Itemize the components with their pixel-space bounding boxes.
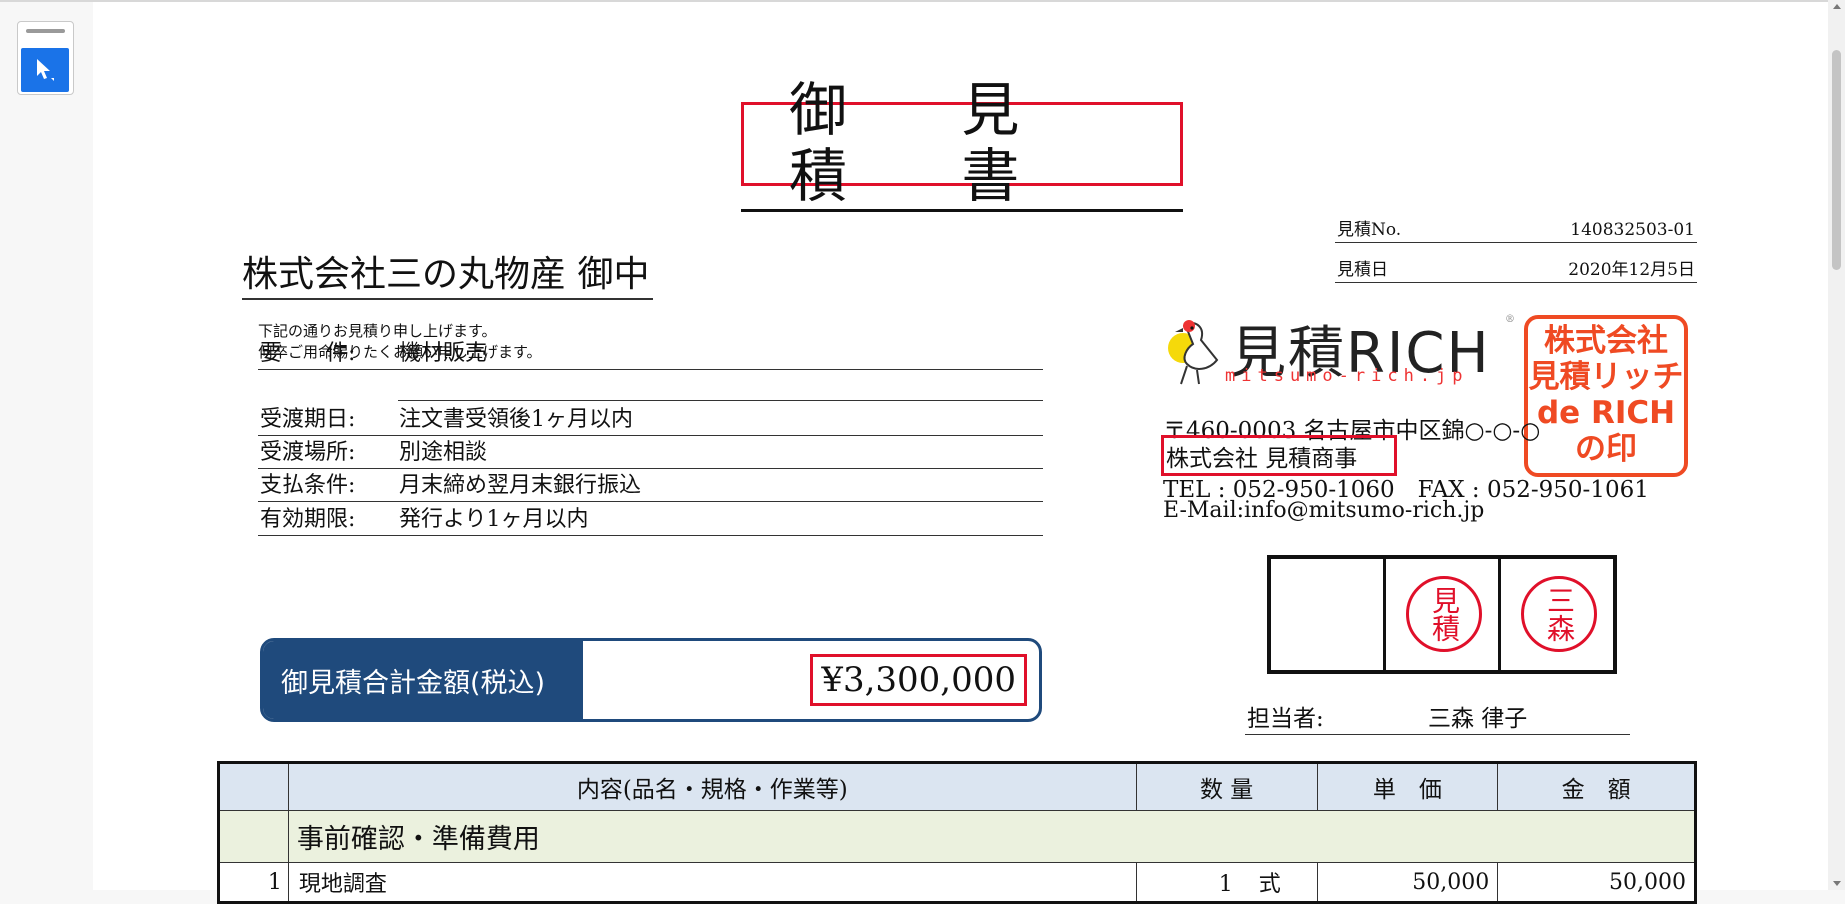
seal-line: 見積リッチ [1528,359,1684,395]
staff-label: 担当者: [1247,706,1324,732]
pointer-select-icon [37,59,54,81]
table-row: 1 現地調査 1 式 50,000 50,000 [218,862,1696,903]
logo-registered-mark: ® [1505,314,1515,325]
field-validity: 有効期限: 発行より1ヶ月以内 [258,504,1043,536]
bird-logo-icon [1168,320,1219,385]
total-amount-value: ¥3,300,000 [810,654,1027,706]
header-no [218,762,289,811]
field-label: 支払条件: [260,473,356,498]
tool-palette [17,21,74,95]
select-tool-button[interactable] [21,48,69,92]
logo-subtext: mitsumo-rich.jp [1225,366,1469,386]
seal-line: の印 [1575,431,1637,467]
table-header-row: 内容(品名・規格・作業等) 数 量 単 価 金 額 [218,762,1696,811]
row-item: 現地調査 [287,862,1137,903]
field-label: 有効期限: [260,507,356,532]
approval-stamp-grid: 見積 三森 [1267,555,1617,674]
items-table: 内容(品名・規格・作業等) 数 量 単 価 金 額 事前確認・準備費用 1 現地… [217,761,1697,904]
company-seal: 株式会社 見積リッチ de RICH の印 [1524,315,1688,477]
issuer-email: E-Mail:info@mitsumo-rich.jp [1163,498,1485,523]
header-quantity: 数 量 [1135,762,1318,811]
field-value: 別途相談 [399,440,488,465]
field-delivery-place: 受渡場所: 別途相談 [258,437,1043,469]
staff-name: 三森 律子 [1428,706,1528,732]
estimate-date-value: 2020年12月5日 [1568,260,1695,280]
stamp-cell-mitsumori: 見積 [1386,559,1501,670]
issuer-logo: 見積RICH mitsumo-rich.jp ® [1165,310,1515,390]
field-value: 発行より1ヶ月以内 [399,507,589,532]
seal-line: de RICH [1536,395,1676,431]
seal-line: 株式会社 [1544,323,1668,359]
client-name: 株式会社三の丸物産 御中 [242,252,654,300]
field-label: 受渡場所: [260,440,356,465]
field-value: 月末締め翌月末銀行振込 [399,473,642,498]
scrollbar-thumb[interactable] [1832,50,1841,270]
scroll-up-icon[interactable] [1833,4,1841,9]
row-amount: 50,000 [1497,862,1696,903]
field-label: 要 件: [260,341,356,366]
section-row: 事前確認・準備費用 [218,810,1697,863]
field-requirement: 要 件: 機材販売 [258,338,1043,370]
staff-in-charge: 担当者: 三森 律子 [1245,704,1630,735]
total-amount-label: 御見積合計金額(税込) [263,641,583,719]
row-unit-price: 50,000 [1316,862,1499,903]
scroll-down-icon[interactable] [1833,881,1841,886]
row-quantity: 1 [1218,872,1233,897]
field-payment-terms: 支払条件: 月末締め翌月末銀行振込 [258,470,1043,502]
vertical-scrollbar[interactable] [1828,0,1845,890]
total-amount-box: 御見積合計金額(税込) ¥3,300,000 [260,638,1042,722]
issuer-company-name: 株式会社 見積商事 [1166,446,1358,472]
field-delivery-date: 受渡期日: 注文書受領後1ヶ月以内 [258,404,1043,436]
estimate-date-row: 見積日 2020年12月5日 [1335,254,1697,283]
stamp-cell-mimori: 三森 [1501,559,1613,670]
row-quantity-cell: 1 式 [1135,862,1318,903]
header-unit-price: 単 価 [1316,762,1499,811]
header-amount: 金 額 [1497,762,1696,811]
field-value: 機材販売 [399,341,488,366]
document-title: 御 見 積 書 [741,77,1183,212]
hanko-stamp: 見積 [1406,576,1482,652]
field-label: 受渡期日: [260,407,356,432]
palette-drag-handle[interactable] [26,29,65,33]
estimate-number-row: 見積No. 140832503-01 [1335,214,1697,243]
hanko-stamp: 三森 [1521,576,1597,652]
row-no: 1 [218,862,289,903]
row-unit: 式 [1258,872,1281,897]
section-title: 事前確認・準備費用 [287,810,1697,863]
header-description: 内容(品名・規格・作業等) [287,762,1137,811]
estimate-number-label: 見積No. [1337,220,1402,240]
estimate-number-value: 140832503-01 [1570,220,1695,240]
section-no-cell [218,810,289,863]
field-value: 注文書受領後1ヶ月以内 [399,407,633,432]
title-text: 御 見 積 書 [741,77,1183,212]
stamp-cell-empty [1271,559,1386,670]
estimate-date-label: 見積日 [1337,260,1388,280]
